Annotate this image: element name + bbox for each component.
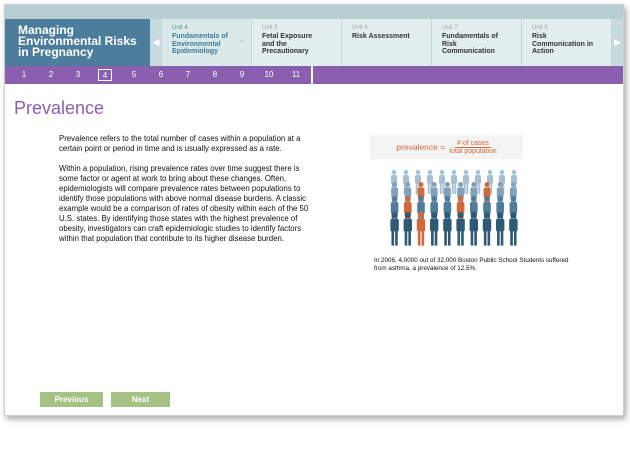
unit-name-line: Communication in <box>532 40 594 48</box>
top-strip <box>5 5 623 19</box>
unit-nav: Unit 4 Fundamentals of Environmental Epi… <box>162 19 612 66</box>
page-number-6[interactable]: 6 <box>153 66 169 84</box>
person-figure <box>403 212 412 246</box>
page-nav-bar: 1 2 3 4 5 6 7 8 9 10 11 <box>5 66 623 84</box>
unit-tab-8[interactable]: Unit 8 Risk Communication in Action <box>522 19 612 66</box>
person-figure <box>416 212 426 246</box>
page-number-1[interactable]: 1 <box>16 66 32 84</box>
person-figure <box>451 170 457 194</box>
illustration-caption: In 2006, 4,0000 out of 32,000 Boston Pub… <box>374 257 569 272</box>
unit-tab-4[interactable]: Unit 4 Fundamentals of Environmental Epi… <box>162 19 252 66</box>
page-number-4[interactable]: 4 <box>98 69 112 81</box>
unit-name-line: Precautionary <box>262 48 309 55</box>
person-figure <box>469 212 478 246</box>
formula-denominator: total population <box>449 147 497 155</box>
person-figure <box>509 212 518 246</box>
page-number-3[interactable]: 3 <box>70 66 86 84</box>
unit-name-line: Risk Assessment <box>352 33 410 40</box>
person-figure <box>456 212 465 246</box>
page-bar-divider <box>311 66 313 84</box>
unit-tab-7[interactable]: Unit 7 Fundamentals of Risk Communicatio… <box>432 19 522 66</box>
previous-button[interactable]: Previous <box>40 392 103 407</box>
unit-name: Fetal Exposure and the Precautionary <box>262 33 341 56</box>
paragraph: Within a population, rising prevalence r… <box>59 164 309 243</box>
person-figure <box>390 212 399 246</box>
page-title: Prevalence <box>14 98 105 118</box>
unit-name-line: Environmental <box>172 40 221 48</box>
unit-number: Unit 8 <box>532 25 548 31</box>
paragraph: Prevalence refers to the total number of… <box>59 134 301 153</box>
formula-lhs: prevalence = <box>396 142 446 152</box>
unit-number: Unit 4 <box>172 25 188 31</box>
formula-fraction: # of cases total population <box>449 140 496 155</box>
page-number-9[interactable]: 9 <box>234 66 250 84</box>
scroll-right-arrow-icon[interactable]: ▶ <box>612 19 623 66</box>
unit-name: Risk Communication in Action <box>532 33 611 56</box>
unit-name-line: Fundamentals of <box>442 33 499 40</box>
current-unit-dot-icon: • <box>240 39 243 45</box>
scroll-left-arrow-icon[interactable]: ◀ <box>150 19 162 66</box>
unit-name: Risk Assessment <box>352 33 431 41</box>
unit-name-line: Risk <box>532 33 547 40</box>
page-number-5[interactable]: 5 <box>126 66 142 84</box>
course-title: Managing Environmental Risks in Pregnanc… <box>5 19 150 66</box>
unit-tab-6[interactable]: Unit 6 Risk Assessment <box>342 19 432 66</box>
unit-tab-5[interactable]: Unit 5 Fetal Exposure and the Precaution… <box>252 19 342 66</box>
unit-name-line: Fetal Exposure <box>262 33 313 40</box>
unit-name-line: Risk <box>442 40 457 48</box>
person-figure <box>430 212 439 246</box>
course-title-line: in Pregnancy <box>18 45 94 59</box>
page-number-11[interactable]: 11 <box>288 66 304 84</box>
next-button[interactable]: Next <box>111 392 170 407</box>
person-figure <box>482 212 492 246</box>
person-figure <box>443 212 452 246</box>
body-text: Prevalence refers to the total number of… <box>59 134 311 254</box>
unit-name-line: Epidemiology <box>172 48 218 55</box>
unit-number: Unit 6 <box>352 25 368 31</box>
unit-number: Unit 5 <box>262 25 278 31</box>
header: Managing Environmental Risks in Pregnanc… <box>5 19 623 66</box>
unit-name: Fundamentals of Risk Communication <box>442 33 521 56</box>
prevalence-formula: prevalence = # of cases total population <box>370 135 523 159</box>
page-number-7[interactable]: 7 <box>180 66 196 84</box>
page-numbers: 1 2 3 4 5 6 7 8 9 10 11 <box>5 66 311 84</box>
page-number-2[interactable]: 2 <box>43 66 59 84</box>
person-figure <box>496 212 505 246</box>
unit-name-line: and the <box>262 40 287 48</box>
page-number-8[interactable]: 8 <box>207 66 223 84</box>
unit-name: Fundamentals of Environmental Epidemiolo… <box>172 33 251 56</box>
population-illustration <box>390 170 518 246</box>
unit-name-line: Action <box>532 48 554 55</box>
unit-name-line: Communication <box>442 48 495 55</box>
page-number-10[interactable]: 10 <box>261 66 277 84</box>
formula-numerator: # of cases <box>455 139 491 148</box>
course-window: Managing Environmental Risks in Pregnanc… <box>4 4 624 416</box>
unit-name-line: Fundamentals of <box>172 33 229 40</box>
unit-number: Unit 7 <box>442 25 458 31</box>
